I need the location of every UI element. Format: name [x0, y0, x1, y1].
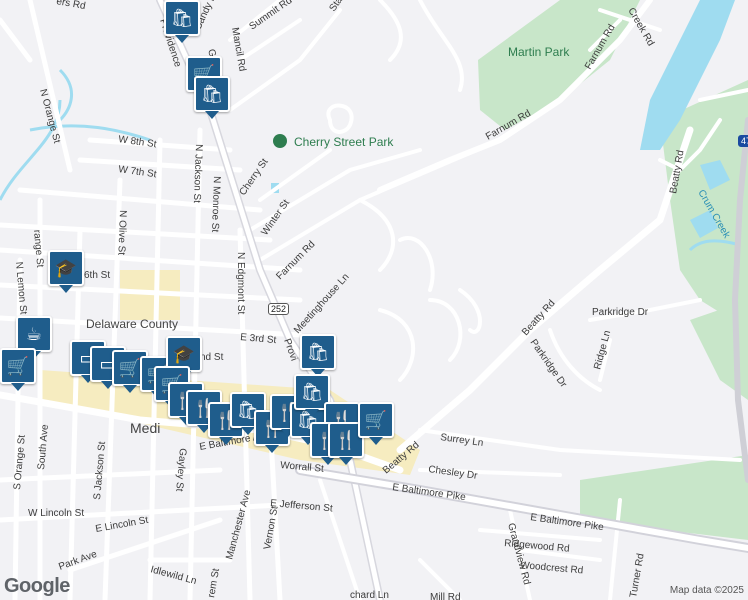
- sixth-label: 6th St: [84, 270, 110, 281]
- shopping-cart-icon[interactable]: 🛒: [0, 348, 36, 391]
- map-attribution[interactable]: Map data ©2025: [670, 585, 744, 596]
- richard-label: chard Ln: [350, 590, 389, 600]
- w-lincoln-label: W Lincoln St: [28, 508, 84, 519]
- w-3rd-label: nd St: [200, 352, 224, 363]
- parkridge-dr-label: Parkridge Dr: [592, 307, 649, 318]
- shopping-cart-icon[interactable]: 🛒: [358, 402, 394, 445]
- school-icon[interactable]: 🎓: [48, 250, 84, 293]
- n-olive-label: N Olive St: [115, 210, 128, 256]
- mill-label: Mill Rd: [430, 592, 461, 600]
- google-logo: Google: [4, 575, 70, 597]
- tree-icon: [273, 134, 287, 148]
- delaware-county-label: Delaware County: [86, 317, 178, 331]
- map-canvas[interactable]: Martin Park Cherry Street Park Delaware …: [0, 0, 748, 600]
- interstate-476-shield: 476: [738, 135, 748, 147]
- martin-park-label: Martin Park: [508, 45, 570, 59]
- n-monroe-label: N Monroe St: [209, 176, 222, 233]
- cafe-icon[interactable]: ☕: [16, 316, 52, 359]
- route-252-shield: 252: [268, 303, 290, 315]
- n-jackson-label: N Jackson St: [191, 144, 204, 203]
- media-label: Medi: [130, 420, 160, 436]
- shopping-bag-icon[interactable]: 🛍: [164, 0, 200, 43]
- shopping-bag-icon[interactable]: 🛍: [300, 334, 336, 377]
- cherry-street-park-label: Cherry Street Park: [294, 135, 394, 149]
- shopping-bag-icon[interactable]: 🛍: [194, 76, 230, 119]
- n-edgmont-label: N Edgmont St: [235, 252, 246, 314]
